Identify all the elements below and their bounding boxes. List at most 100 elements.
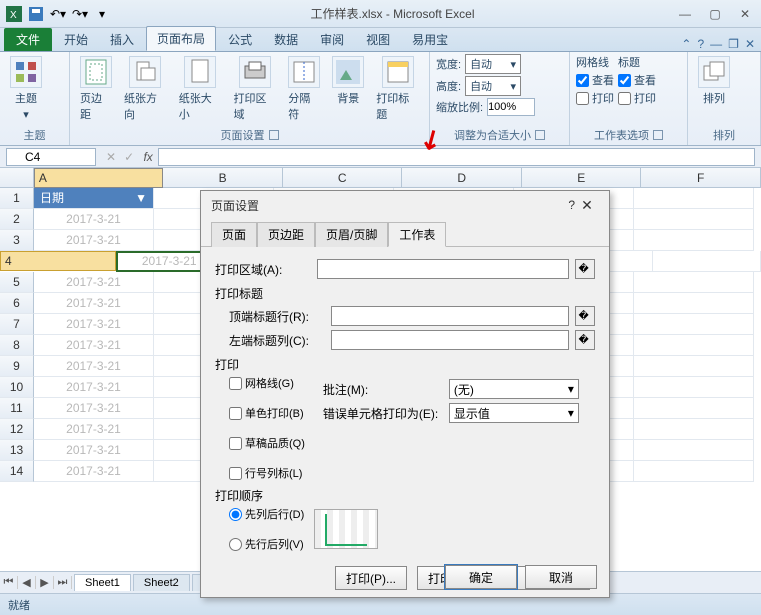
dialog-close-icon[interactable]: ✕: [575, 197, 599, 214]
gridlines-print-check[interactable]: 打印: [576, 90, 614, 106]
pagesetup-launcher-icon[interactable]: [269, 130, 279, 140]
tab-formulas[interactable]: 公式: [218, 28, 262, 51]
cell[interactable]: 2017-3-21: [34, 272, 154, 293]
row-header[interactable]: 13: [0, 440, 34, 461]
themes-button[interactable]: 主题▾: [6, 54, 46, 123]
scale-input[interactable]: [487, 98, 535, 116]
cancel-formula-icon[interactable]: ✕: [102, 150, 120, 164]
scale-launcher-icon[interactable]: [535, 130, 545, 140]
formula-input[interactable]: [158, 148, 755, 166]
print-draft-check[interactable]: 草稿品质(Q): [229, 435, 305, 451]
printtitles-button[interactable]: 打印标题: [372, 54, 423, 124]
row-header[interactable]: 11: [0, 398, 34, 419]
order-downover-radio[interactable]: 先列后行(D): [229, 506, 304, 522]
cell[interactable]: [634, 461, 754, 482]
fx-icon[interactable]: fx: [138, 150, 158, 164]
breaks-button[interactable]: 分隔符: [284, 54, 324, 124]
cell[interactable]: [653, 251, 761, 272]
row-header[interactable]: 1: [0, 188, 34, 209]
row-header[interactable]: 10: [0, 377, 34, 398]
name-box[interactable]: [6, 148, 96, 166]
printarea-button[interactable]: 打印区域: [230, 54, 281, 124]
cell[interactable]: [634, 230, 754, 251]
background-button[interactable]: 背景: [328, 54, 368, 108]
cols-repeat-input[interactable]: [331, 330, 569, 350]
cell[interactable]: 2017-3-21: [34, 314, 154, 335]
minimize-button[interactable]: —: [673, 7, 697, 21]
cell[interactable]: [634, 356, 754, 377]
cell[interactable]: [634, 440, 754, 461]
maximize-button[interactable]: ▢: [703, 7, 727, 21]
col-header-e[interactable]: E: [522, 168, 642, 187]
minimize-ribbon-icon[interactable]: ⌃: [681, 37, 691, 51]
tab-home[interactable]: 开始: [54, 28, 98, 51]
row-header[interactable]: 8: [0, 335, 34, 356]
rows-repeat-input[interactable]: [331, 306, 569, 326]
height-select[interactable]: 自动▾: [465, 76, 521, 96]
arrange-button[interactable]: 排列: [694, 54, 734, 108]
tab-nav-first-icon[interactable]: ⏮: [0, 576, 18, 589]
dialog-tab-page[interactable]: 页面: [211, 222, 257, 247]
sheet-tab-1[interactable]: Sheet1: [74, 574, 131, 591]
cell[interactable]: [634, 209, 754, 230]
dialog-help-icon[interactable]: ?: [568, 198, 575, 212]
order-overdown-radio[interactable]: 先行后列(V): [229, 536, 304, 552]
rows-repeat-ref-icon[interactable]: � ⁠: [575, 306, 595, 326]
cell[interactable]: [634, 272, 754, 293]
tab-nav-next-icon[interactable]: ▶: [36, 576, 54, 589]
cell[interactable]: 2017-3-21: [34, 440, 154, 461]
help-icon[interactable]: ?: [697, 37, 704, 51]
cell[interactable]: 2017-3-21: [34, 419, 154, 440]
cancel-button[interactable]: 取消: [525, 565, 597, 589]
qat-customize-icon[interactable]: ▾: [92, 4, 112, 24]
accept-formula-icon[interactable]: ✓: [120, 150, 138, 164]
cell[interactable]: 2017-3-21: [34, 230, 154, 251]
col-header-a[interactable]: A: [34, 168, 164, 188]
headings-view-check[interactable]: 查看: [618, 72, 656, 88]
tab-addin[interactable]: 易用宝: [402, 28, 458, 51]
cell[interactable]: [634, 293, 754, 314]
print-area-input[interactable]: [317, 259, 569, 279]
cell[interactable]: 2017-3-21: [34, 335, 154, 356]
header-cell[interactable]: 日期▼: [34, 188, 154, 209]
dialog-tab-sheet[interactable]: 工作表: [388, 222, 446, 247]
cell[interactable]: 2017-3-21: [34, 398, 154, 419]
row-header[interactable]: 4: [0, 251, 116, 271]
cell[interactable]: [634, 419, 754, 440]
tab-insert[interactable]: 插入: [100, 28, 144, 51]
dialog-tab-margins[interactable]: 页边距: [257, 222, 315, 247]
cell[interactable]: [634, 314, 754, 335]
window-restore-icon[interactable]: ❐: [728, 37, 739, 51]
row-header[interactable]: 6: [0, 293, 34, 314]
save-icon[interactable]: [26, 4, 46, 24]
row-header[interactable]: 5: [0, 272, 34, 293]
tab-view[interactable]: 视图: [356, 28, 400, 51]
errors-select[interactable]: 显示值▾: [449, 403, 579, 423]
print-area-ref-icon[interactable]: � ⁠: [575, 259, 595, 279]
row-header[interactable]: 14: [0, 461, 34, 482]
cell[interactable]: 2017-3-21: [34, 377, 154, 398]
width-select[interactable]: 自动▾: [465, 54, 521, 74]
sheetoptions-launcher-icon[interactable]: [653, 130, 663, 140]
dialog-tab-headerfooter[interactable]: 页眉/页脚: [315, 222, 388, 247]
tab-pagelayout[interactable]: 页面布局: [146, 26, 216, 51]
select-all-corner[interactable]: [0, 168, 34, 187]
size-button[interactable]: 纸张大小: [175, 54, 226, 124]
col-header-f[interactable]: F: [641, 168, 761, 187]
cell[interactable]: 2017-3-21: [34, 461, 154, 482]
redo-icon[interactable]: ↷▾: [70, 4, 90, 24]
cols-repeat-ref-icon[interactable]: � ⁠: [575, 330, 595, 350]
orientation-button[interactable]: 纸张方向: [120, 54, 171, 124]
comments-select[interactable]: (无)▾: [449, 379, 579, 399]
file-tab[interactable]: 文件: [4, 28, 52, 51]
tab-review[interactable]: 审阅: [310, 28, 354, 51]
cell[interactable]: [634, 377, 754, 398]
close-button[interactable]: ✕: [733, 7, 757, 21]
window-min-icon[interactable]: —: [710, 37, 722, 51]
col-header-c[interactable]: C: [283, 168, 403, 187]
ok-button[interactable]: 确定: [445, 565, 517, 589]
margins-button[interactable]: 页边距: [76, 54, 116, 124]
cell[interactable]: [634, 335, 754, 356]
row-header[interactable]: 7: [0, 314, 34, 335]
tab-nav-last-icon[interactable]: ⏭: [54, 576, 72, 589]
